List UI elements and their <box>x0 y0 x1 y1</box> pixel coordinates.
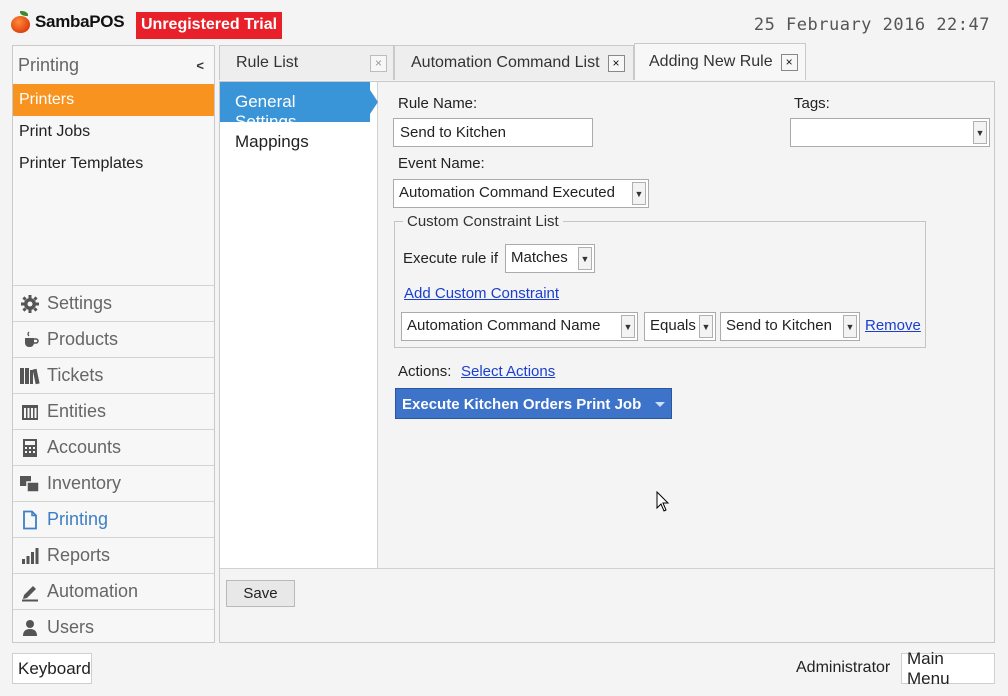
constraint-operator-value: Equals <box>650 317 696 334</box>
event-name-select[interactable]: Automation Command Executed ▼ <box>393 179 649 208</box>
pencil-icon <box>19 582 41 602</box>
constraint-value-value: Send to Kitchen <box>726 317 832 334</box>
tab-automation-command-list[interactable]: Automation Command List × <box>394 45 634 80</box>
constraint-field-select[interactable]: Automation Command Name ▼ <box>401 312 638 341</box>
constraint-field-value: Automation Command Name <box>407 317 601 334</box>
module-accounts[interactable]: Accounts <box>13 429 214 465</box>
module-label: Users <box>47 617 95 637</box>
tab-label: Adding New Rule <box>649 53 773 70</box>
custom-constraint-legend: Custom Constraint List <box>403 213 563 230</box>
chevron-down-icon[interactable]: ▼ <box>843 315 857 338</box>
caret-down-icon[interactable] <box>655 402 665 407</box>
module-settings[interactable]: Settings <box>13 285 214 321</box>
constraint-operator-select[interactable]: Equals ▼ <box>644 312 716 341</box>
module-products[interactable]: Products <box>13 321 214 357</box>
action-item-button[interactable]: Execute Kitchen Orders Print Job <box>395 388 672 419</box>
module-automation[interactable]: Automation <box>13 573 214 609</box>
chevron-down-icon[interactable]: ▼ <box>973 121 987 144</box>
tab-label: Automation Command List <box>411 54 600 71</box>
navigation-title: Printing <box>18 54 80 75</box>
left-navigation: Printing < Printers Print Jobs Printer T… <box>12 45 215 643</box>
module-label: Tickets <box>47 365 104 385</box>
rule-name-label: Rule Name: <box>398 95 478 112</box>
close-icon[interactable]: × <box>607 54 625 72</box>
subitem-printer-templates[interactable]: Printer Templates <box>13 148 214 180</box>
action-item-label: Execute Kitchen Orders Print Job <box>402 396 642 413</box>
main-menu-button[interactable]: Main Menu <box>901 649 995 688</box>
actions-label: Actions: <box>398 363 452 380</box>
module-users[interactable]: Users <box>13 609 214 645</box>
module-label: Accounts <box>47 437 122 457</box>
chevron-down-icon[interactable]: ▼ <box>621 315 635 338</box>
module-entities[interactable]: Entities <box>13 393 214 429</box>
tab-label: Rule List <box>236 54 299 71</box>
chevron-down-icon[interactable]: ▼ <box>578 247 592 270</box>
editor-footer: Save <box>220 568 994 644</box>
rule-name-field[interactable]: Send to Kitchen <box>393 118 593 147</box>
tab-rule-list[interactable]: Rule List × <box>219 45 394 80</box>
save-button[interactable]: Save <box>226 580 295 607</box>
mouse-cursor-icon <box>656 491 670 512</box>
table-grid-icon <box>19 402 41 422</box>
navigation-header[interactable]: Printing < <box>13 46 214 84</box>
module-label: Printing <box>47 509 109 529</box>
module-label: Automation <box>47 581 139 601</box>
section-navigation: General Settings Mappings <box>220 82 378 568</box>
tags-select[interactable]: ▼ <box>790 118 990 147</box>
module-reports[interactable]: Reports <box>13 537 214 573</box>
execute-rule-if-label: Execute rule if <box>403 250 499 267</box>
subitem-printers[interactable]: Printers <box>13 84 214 116</box>
event-name-label: Event Name: <box>398 155 485 172</box>
execute-rule-if-value: Matches <box>511 249 568 266</box>
keyboard-button[interactable]: Keyboard <box>12 653 92 684</box>
remove-constraint-link[interactable]: Remove <box>865 317 921 334</box>
brand-name: SambaPOS <box>35 12 125 31</box>
section-general-settings[interactable]: General Settings <box>220 82 378 131</box>
close-icon[interactable]: × <box>370 54 387 72</box>
document-tabs: Rule List × Automation Command List × Ad… <box>219 43 806 81</box>
module-label: Products <box>47 329 119 349</box>
rule-editor-panel: General Settings Mappings Rule Name: Sen… <box>219 81 995 643</box>
close-icon[interactable]: × <box>780 53 798 71</box>
trial-badge: Unregistered Trial <box>136 12 283 39</box>
clock: 25 February 2016 22:47 <box>753 15 990 35</box>
module-label: Reports <box>47 545 111 565</box>
calculator-icon <box>19 438 41 458</box>
select-actions-link[interactable]: Select Actions <box>461 363 555 380</box>
books-icon <box>19 366 41 386</box>
execute-rule-if-select[interactable]: Matches ▼ <box>505 244 595 273</box>
user-icon <box>19 618 41 638</box>
tab-adding-new-rule[interactable]: Adding New Rule × <box>634 43 806 80</box>
event-name-value: Automation Command Executed <box>399 184 615 201</box>
module-label: Settings <box>47 293 113 313</box>
subitem-print-jobs[interactable]: Print Jobs <box>13 116 214 148</box>
module-label: Inventory <box>47 473 122 493</box>
apple-logo-icon <box>10 11 31 33</box>
module-inventory[interactable]: Inventory <box>13 465 214 501</box>
coffee-cup-icon <box>19 330 41 350</box>
windows-icon <box>19 474 41 494</box>
collapse-chevron-icon[interactable]: < <box>196 58 204 73</box>
current-user-label: Administrator <box>796 659 891 676</box>
custom-constraint-group: Custom Constraint List Execute rule if M… <box>394 213 926 348</box>
constraint-value-select[interactable]: Send to Kitchen ▼ <box>720 312 860 341</box>
chevron-down-icon[interactable]: ▼ <box>699 315 713 338</box>
document-icon <box>19 510 41 530</box>
module-label: Entities <box>47 401 107 421</box>
tags-label: Tags: <box>794 95 830 112</box>
chevron-down-icon[interactable]: ▼ <box>632 182 646 205</box>
module-list: Settings Products Tickets Entities Accou… <box>13 285 214 645</box>
module-tickets[interactable]: Tickets <box>13 357 214 393</box>
module-printing[interactable]: Printing <box>13 501 214 537</box>
sambapos-logo: SambaPOS <box>10 11 125 33</box>
add-custom-constraint-link[interactable]: Add Custom Constraint <box>404 285 559 302</box>
gear-icon <box>19 294 41 314</box>
bar-chart-icon <box>19 546 41 566</box>
